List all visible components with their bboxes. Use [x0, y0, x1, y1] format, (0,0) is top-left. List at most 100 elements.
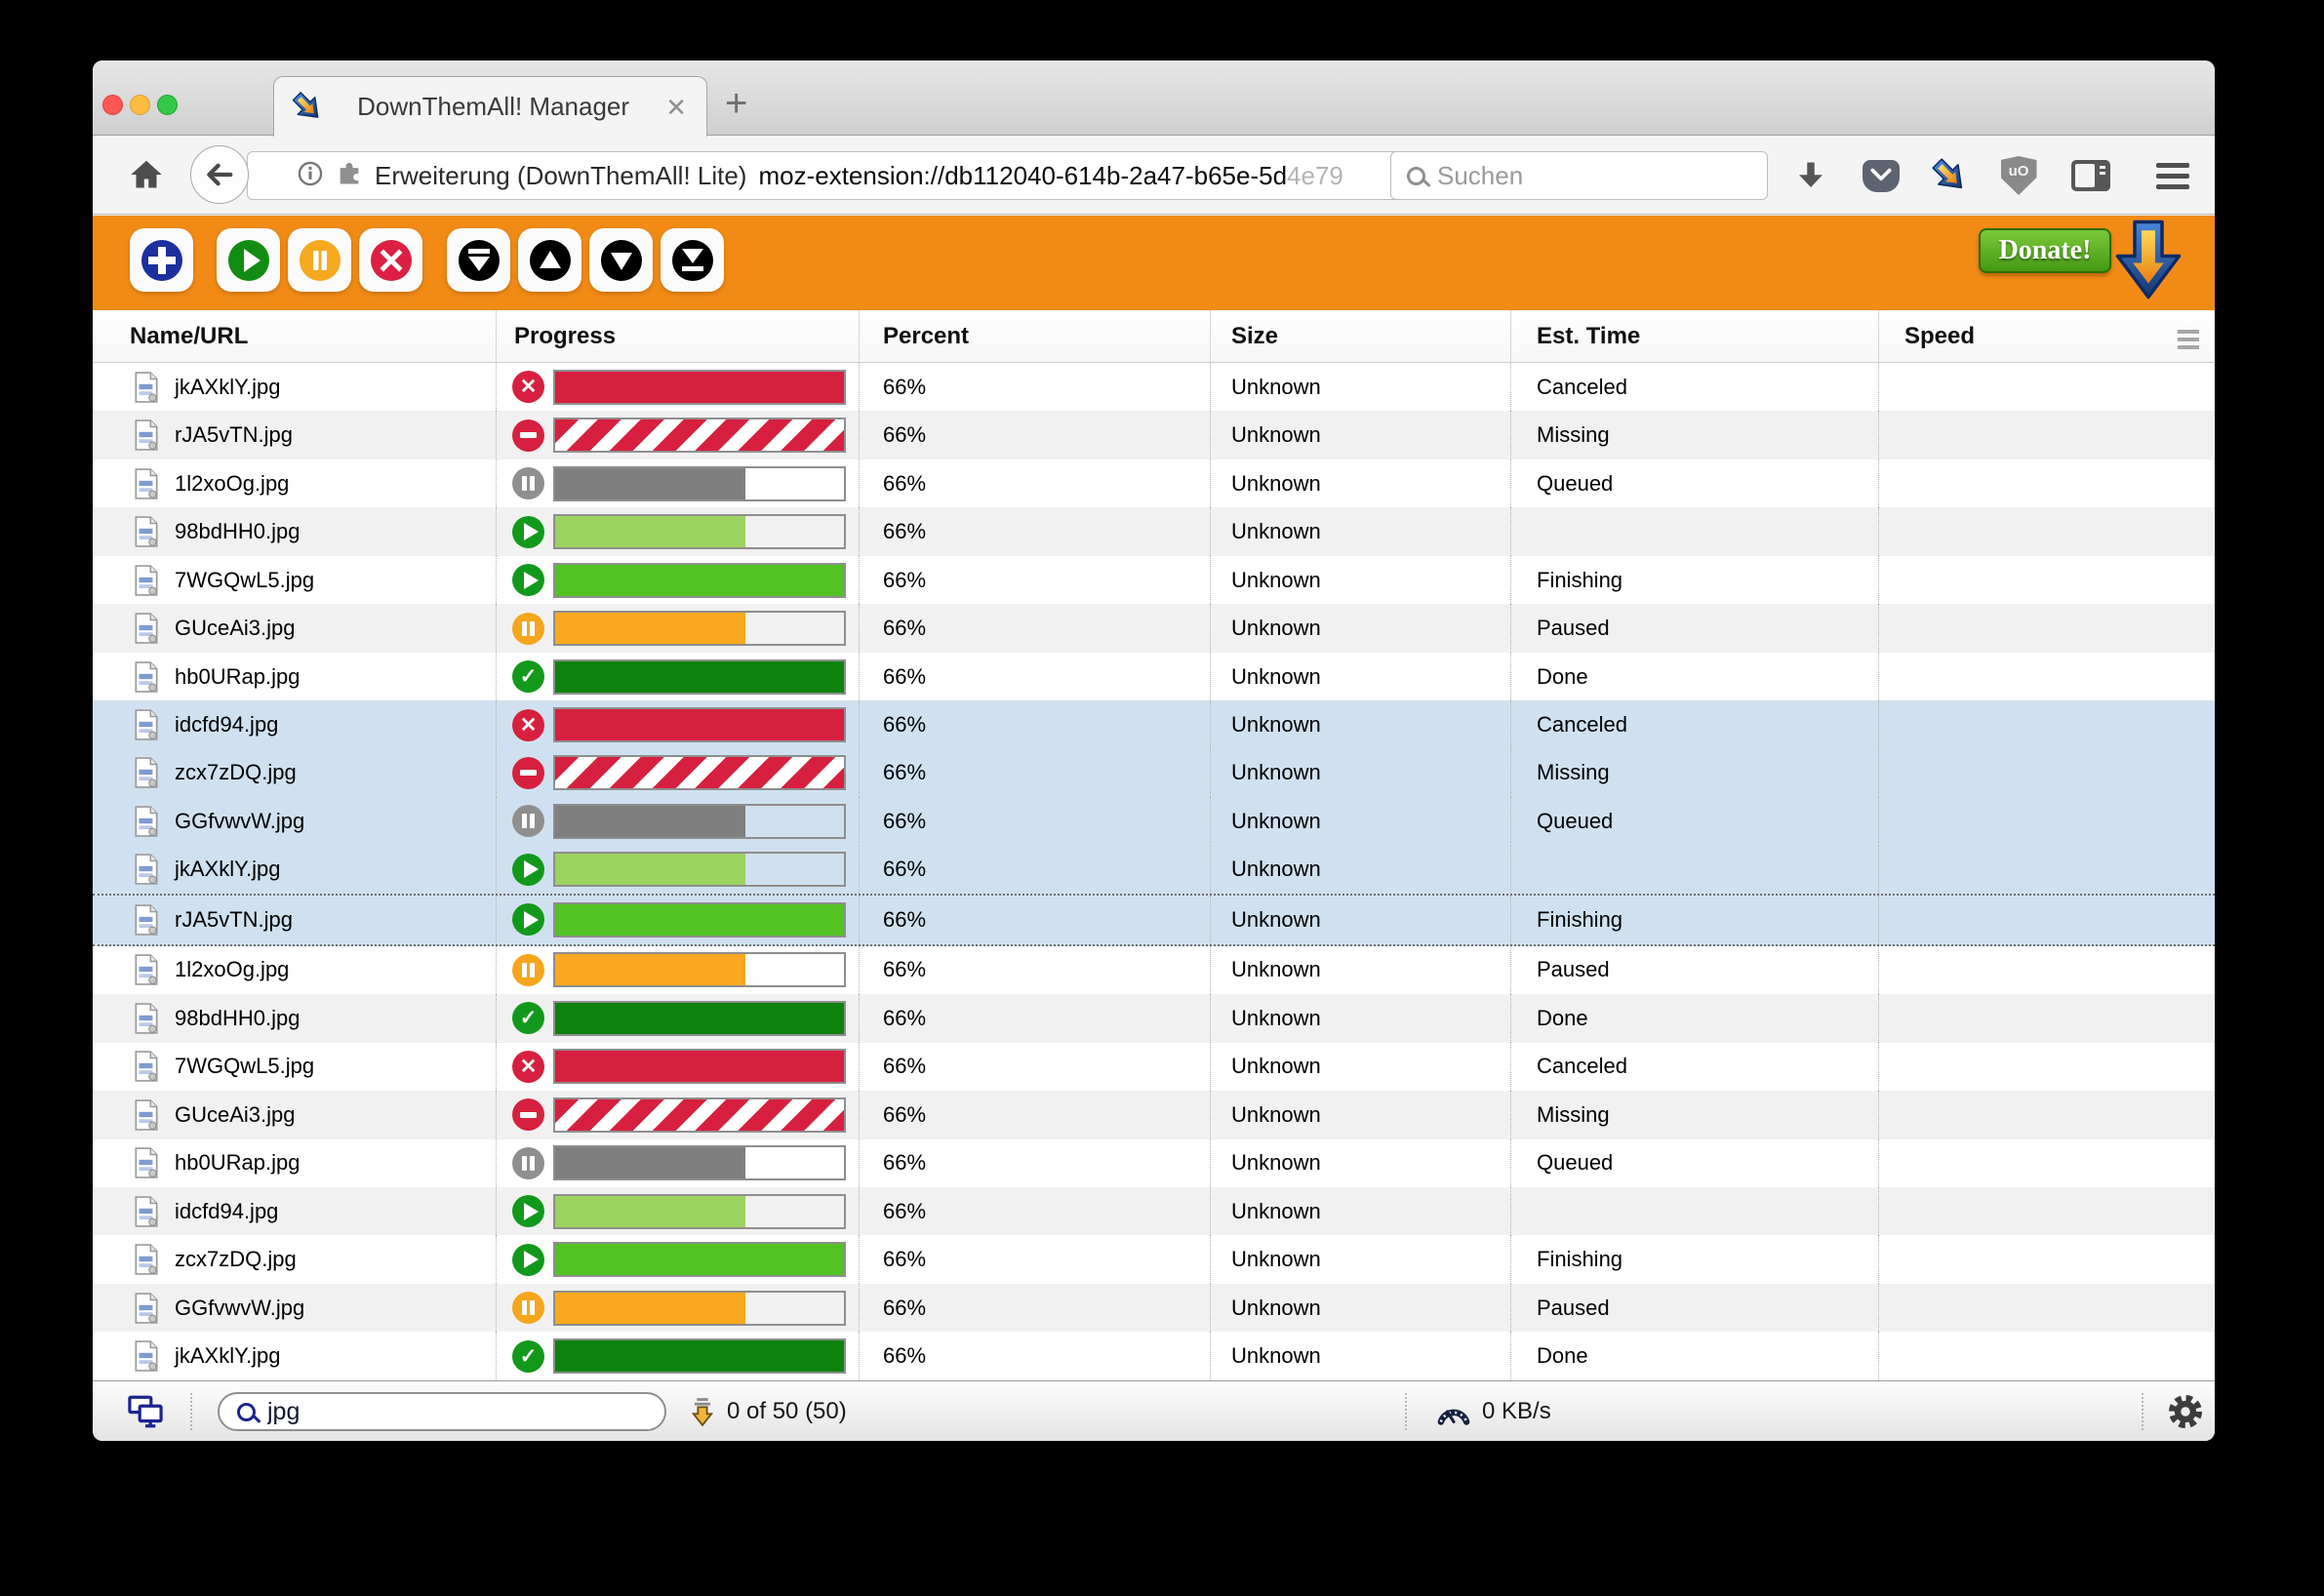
est-time-cell: Missing — [1511, 411, 1879, 459]
search-icon — [1407, 167, 1425, 185]
table-row[interactable]: GUceAi3.jpg 66% Unknown Paused — [93, 604, 2215, 652]
browser-search-field[interactable] — [1390, 151, 1768, 200]
progress-cell: ✕ — [497, 363, 860, 411]
progress-cell — [497, 1139, 860, 1187]
home-icon[interactable] — [128, 157, 165, 197]
table-row[interactable]: rJA5vTN.jpg 66% Unknown Finishing — [93, 894, 2215, 945]
move-up-button[interactable] — [518, 228, 581, 292]
move-down-button[interactable] — [589, 228, 653, 292]
tab-downthemall-manager[interactable]: DownThemAll! Manager ✕ — [273, 76, 707, 137]
table-row[interactable]: GGfvwvW.jpg 66% Unknown Paused — [93, 1284, 2215, 1332]
name-cell: GUceAi3.jpg — [93, 604, 497, 652]
progress-cell — [497, 604, 860, 652]
table-row[interactable]: 7WGQwL5.jpg ✕ 66% Unknown Canceled — [93, 1043, 2215, 1091]
file-name: hb0URap.jpg — [175, 664, 300, 690]
status-icon — [512, 805, 544, 837]
back-button[interactable] — [190, 145, 249, 204]
file-name: zcx7zDQ.jpg — [175, 1247, 297, 1272]
est-time-cell: Finishing — [1511, 556, 1879, 604]
table-row[interactable]: idcfd94.jpg 66% Unknown — [93, 1187, 2215, 1235]
new-tab-button[interactable]: + — [725, 82, 747, 126]
table-row[interactable]: 1l2xoOg.jpg 66% Unknown Queued — [93, 459, 2215, 507]
search-input[interactable] — [1437, 161, 1751, 191]
close-window-button[interactable] — [102, 95, 123, 115]
dta-extension-icon[interactable] — [1928, 156, 1971, 195]
download-list: jkAXklY.jpg ✕ 66% Unknown Canceled rJA5v… — [93, 363, 2215, 1380]
table-row[interactable]: idcfd94.jpg ✕ 66% Unknown Canceled — [93, 700, 2215, 748]
table-row[interactable]: 98bdHH0.jpg 66% Unknown — [93, 507, 2215, 555]
est-time-cell: Done — [1511, 994, 1879, 1042]
status-icon — [512, 1147, 544, 1179]
minimize-window-button[interactable] — [130, 95, 150, 115]
size-cell: Unknown — [1211, 896, 1511, 943]
filter-box[interactable] — [218, 1392, 666, 1431]
file-name: idcfd94.jpg — [175, 712, 278, 738]
network-monitor-icon[interactable] — [128, 1381, 163, 1441]
browser-window: DownThemAll! Manager ✕ + — [93, 60, 2215, 1441]
table-row[interactable]: hb0URap.jpg 66% Unknown Queued — [93, 1139, 2215, 1187]
column-header-percent[interactable]: Percent — [860, 310, 1211, 362]
resume-button[interactable] — [217, 228, 280, 292]
table-header: Name/URL Progress Percent Size Est. Time… — [93, 310, 2215, 363]
filter-input[interactable] — [267, 1398, 647, 1426]
tab-close-icon[interactable]: ✕ — [665, 95, 687, 120]
move-to-top-button[interactable] — [447, 228, 510, 292]
progress-cell — [497, 1187, 860, 1235]
file-icon — [134, 904, 159, 936]
status-icon — [512, 1244, 544, 1276]
progress-bar — [553, 804, 846, 839]
speed-cell — [1879, 1332, 2215, 1379]
column-header-progress[interactable]: Progress — [497, 310, 860, 362]
cancel-button[interactable] — [359, 228, 422, 292]
table-row[interactable]: rJA5vTN.jpg 66% Unknown Missing — [93, 411, 2215, 459]
downloads-icon[interactable] — [1789, 156, 1832, 195]
add-downloads-button[interactable] — [130, 228, 193, 292]
table-row[interactable]: GUceAi3.jpg 66% Unknown Missing — [93, 1091, 2215, 1138]
speed-cell — [1879, 556, 2215, 604]
ublock-shield-icon[interactable]: uO — [1997, 156, 2040, 195]
sidebar-icon[interactable] — [2069, 156, 2112, 195]
progress-cell: ✕ — [497, 700, 860, 748]
column-picker-icon[interactable] — [2178, 330, 2199, 349]
speed-cell — [1879, 1187, 2215, 1235]
name-cell: 1l2xoOg.jpg — [93, 459, 497, 507]
table-row[interactable]: zcx7zDQ.jpg 66% Unknown Finishing — [93, 1235, 2215, 1283]
progress-bar — [553, 1145, 846, 1180]
pocket-icon[interactable] — [1860, 156, 1903, 195]
file-icon — [134, 757, 159, 788]
donate-button[interactable]: Donate! — [1979, 228, 2111, 273]
progress-bar — [553, 418, 846, 453]
column-header-size[interactable]: Size — [1211, 310, 1511, 362]
url-bar[interactable]: Erweiterung (DownThemAll! Lite) moz-exte… — [247, 151, 1468, 200]
table-row[interactable]: GGfvwvW.jpg 66% Unknown Queued — [93, 797, 2215, 845]
est-time-cell: Missing — [1511, 1091, 1879, 1138]
table-row[interactable]: zcx7zDQ.jpg 66% Unknown Missing — [93, 749, 2215, 797]
column-header-speed[interactable]: Speed — [1879, 310, 2215, 362]
progress-cell: ✓ — [497, 653, 860, 700]
pause-button[interactable] — [288, 228, 351, 292]
settings-gear-icon[interactable] — [2167, 1381, 2204, 1441]
size-cell: Unknown — [1211, 1235, 1511, 1283]
info-icon[interactable] — [297, 160, 324, 192]
table-row[interactable]: jkAXklY.jpg ✓ 66% Unknown Done — [93, 1332, 2215, 1379]
menu-hamburger-icon[interactable] — [2151, 156, 2194, 195]
column-header-name[interactable]: Name/URL — [93, 310, 497, 362]
est-time-cell: Done — [1511, 1332, 1879, 1379]
move-to-bottom-button[interactable] — [661, 228, 724, 292]
table-row[interactable]: 98bdHH0.jpg ✓ 66% Unknown Done — [93, 994, 2215, 1042]
table-row[interactable]: hb0URap.jpg ✓ 66% Unknown Done — [93, 653, 2215, 700]
progress-bar — [553, 707, 846, 742]
table-row[interactable]: jkAXklY.jpg ✕ 66% Unknown Canceled — [93, 363, 2215, 411]
status-icon — [512, 419, 544, 452]
file-name: idcfd94.jpg — [175, 1199, 278, 1224]
column-header-esttime[interactable]: Est. Time — [1511, 310, 1879, 362]
percent-cell: 66% — [860, 1043, 1211, 1091]
table-row[interactable]: 1l2xoOg.jpg 66% Unknown Paused — [93, 946, 2215, 994]
table-row[interactable]: jkAXklY.jpg 66% Unknown — [93, 846, 2215, 894]
statusbar-separator — [1405, 1393, 1407, 1430]
est-time-cell: Queued — [1511, 1139, 1879, 1187]
speed-text: 0 KB/s — [1482, 1398, 1551, 1425]
zoom-window-button[interactable] — [157, 95, 178, 115]
table-row[interactable]: 7WGQwL5.jpg 66% Unknown Finishing — [93, 556, 2215, 604]
name-cell: idcfd94.jpg — [93, 700, 497, 748]
